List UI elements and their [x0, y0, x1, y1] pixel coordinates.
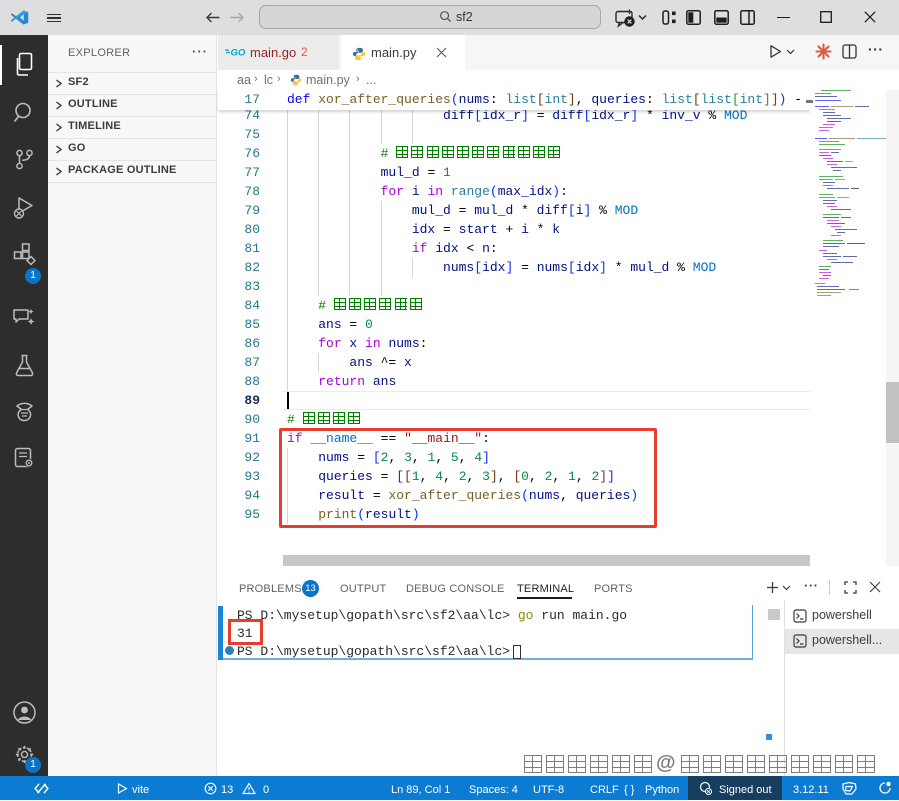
svg-text:GO: GO [231, 48, 246, 59]
